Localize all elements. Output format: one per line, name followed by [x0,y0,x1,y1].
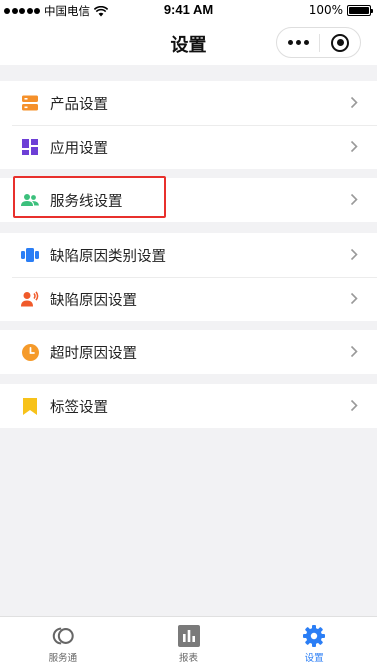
more-button[interactable] [277,28,319,57]
menu-item-label: 标签设置 [50,400,108,416]
menu-item-defect-reason-settings[interactable]: 缺陷原因设置 [0,277,377,321]
menu-item-label: 产品设置 [50,97,108,113]
settings-group-defect: 缺陷原因类别设置 缺陷原因设置 [0,233,377,321]
menu-item-defect-category-settings[interactable]: 缺陷原因类别设置 [0,233,377,277]
navigation-bar: 设置 [0,20,377,65]
apps-grid-icon [21,138,39,156]
battery-icon [347,4,373,16]
chevron-right-icon [350,193,358,206]
close-mini-program-button[interactable] [320,28,360,57]
bookmark-icon [21,397,39,415]
menu-item-timeout-reason-settings[interactable]: 超时原因设置 [0,330,377,374]
chevron-right-icon [350,96,358,109]
tab-label: 报表 [179,653,199,664]
tab-label: 设置 [304,653,324,664]
chevron-right-icon [350,140,358,153]
settings-group-tags: 标签设置 [0,384,377,428]
menu-item-product-settings[interactable]: 产品设置 [0,81,377,125]
service-ring-icon [51,625,75,647]
highlight-box [13,176,166,218]
clock-icon [21,343,39,361]
mini-program-capsule [276,27,361,58]
gear-icon [302,625,326,647]
menu-item-label: 缺陷原因类别设置 [50,249,166,265]
bottom-tab-bar: 服务通 报表 设置 [0,616,377,664]
status-bar: 中国电信 9:41 AM 100% [0,0,377,20]
menu-item-app-settings[interactable]: 应用设置 [0,125,377,169]
chevron-right-icon [350,399,358,412]
tab-label: 服务通 [48,653,78,664]
chevron-right-icon [350,292,358,305]
menu-item-label: 超时原因设置 [50,346,137,362]
app-screen: 中国电信 9:41 AM 100% 设置 产品设置 应用设置 服务线设置 缺陷原… [0,0,377,664]
battery-percent: 100% [308,3,343,17]
menu-item-label: 缺陷原因设置 [50,293,137,309]
battery-status: 100% [308,3,373,17]
target-icon [331,33,349,52]
menu-item-tag-settings[interactable]: 标签设置 [0,384,377,428]
menu-item-label: 应用设置 [50,141,108,157]
tab-settings[interactable]: 设置 [251,617,377,664]
tab-reports[interactable]: 报表 [126,617,252,664]
chevron-right-icon [350,248,358,261]
product-icon [21,94,39,112]
tab-service[interactable]: 服务通 [0,617,126,664]
tags-icon [21,246,39,264]
person-alert-icon [21,290,39,308]
chevron-right-icon [350,345,358,358]
bar-chart-icon [177,625,201,647]
settings-group-product: 产品设置 应用设置 [0,81,377,169]
settings-group-timeout: 超时原因设置 [0,330,377,374]
